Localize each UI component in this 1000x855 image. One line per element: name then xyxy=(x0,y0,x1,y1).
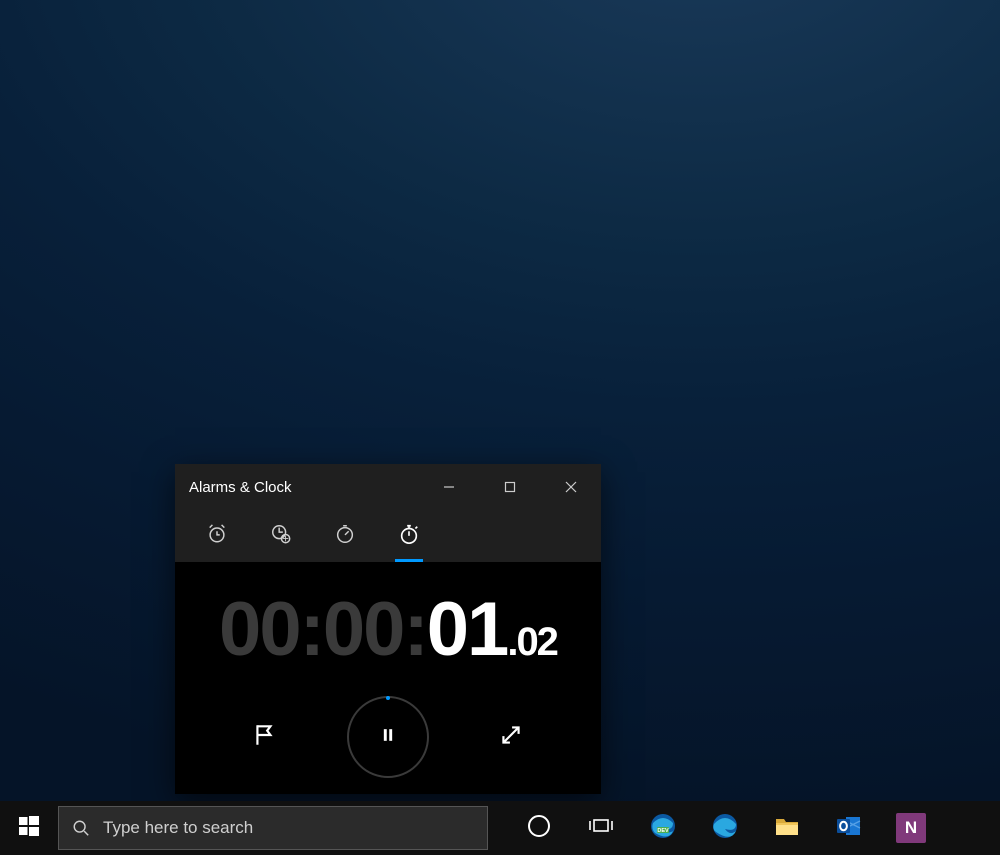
task-view-button[interactable] xyxy=(570,801,632,855)
tab-stopwatch[interactable] xyxy=(377,510,441,562)
titlebar[interactable]: Alarms & Clock xyxy=(175,464,601,510)
tab-timer[interactable] xyxy=(313,510,377,562)
flag-icon xyxy=(252,722,278,753)
file-explorer-icon xyxy=(774,813,800,844)
stopwatch-time-display: 00 : 00 : 01 . 02 xyxy=(219,592,557,668)
minimize-button[interactable] xyxy=(418,464,479,510)
pause-icon xyxy=(378,725,398,750)
close-button[interactable] xyxy=(540,464,601,510)
cortana-circle-icon xyxy=(526,813,552,844)
lap-button[interactable] xyxy=(251,723,279,751)
stopwatch-hours: 00 xyxy=(219,592,300,668)
app-title: Alarms & Clock xyxy=(175,479,292,496)
stopwatch-seconds: 01 xyxy=(427,592,508,668)
expand-icon xyxy=(498,722,524,753)
outlook-icon xyxy=(836,813,862,844)
taskbar-app-onenote[interactable]: N xyxy=(880,801,942,855)
taskbar-app-edge[interactable] xyxy=(694,801,756,855)
timer-icon xyxy=(334,523,356,550)
svg-text:DEV: DEV xyxy=(657,828,669,834)
expand-button[interactable] xyxy=(497,723,525,751)
cortana-button[interactable] xyxy=(508,801,570,855)
stopwatch-centiseconds: 02 xyxy=(516,620,557,665)
stopwatch-minutes: 00 xyxy=(323,592,404,668)
windows-logo-icon xyxy=(19,816,39,841)
stopwatch-panel: 00 : 00 : 01 . 02 xyxy=(175,562,601,794)
taskbar-app-edge-dev[interactable]: DEV xyxy=(632,801,694,855)
maximize-button[interactable] xyxy=(479,464,540,510)
taskbar: Type here to search DEV xyxy=(0,801,1000,855)
pause-button[interactable] xyxy=(347,696,429,778)
tab-bar xyxy=(175,510,601,562)
onenote-icon: N xyxy=(896,813,926,843)
edge-icon xyxy=(712,813,738,844)
tab-alarm[interactable] xyxy=(185,510,249,562)
alarm-clock-icon xyxy=(206,523,228,550)
search-icon xyxy=(59,819,103,837)
start-button[interactable] xyxy=(0,801,58,855)
stopwatch-icon xyxy=(398,523,420,550)
world-clock-icon xyxy=(270,523,292,550)
tab-world-clock[interactable] xyxy=(249,510,313,562)
taskbar-search[interactable]: Type here to search xyxy=(58,806,488,850)
taskbar-app-file-explorer[interactable] xyxy=(756,801,818,855)
task-view-icon xyxy=(588,813,614,844)
search-placeholder: Type here to search xyxy=(103,818,253,838)
alarms-clock-window: Alarms & Clock xyxy=(175,464,601,794)
edge-dev-icon: DEV xyxy=(650,813,676,844)
stopwatch-controls xyxy=(251,696,525,778)
taskbar-app-outlook[interactable] xyxy=(818,801,880,855)
